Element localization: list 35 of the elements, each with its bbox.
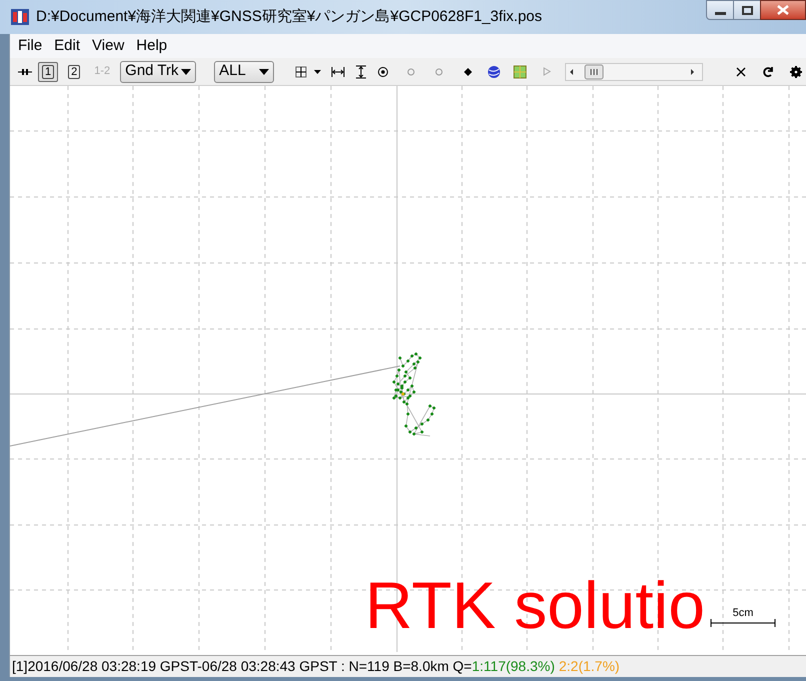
scrollbar-drawing[interactable] — [565, 62, 704, 80]
scale-bar — [710, 619, 776, 627]
map-icon[interactable] — [513, 64, 528, 78]
maximize-button[interactable] — [734, 0, 760, 20]
plot-button[interactable]: 1 — [38, 62, 58, 82]
app-icon — [10, 7, 30, 27]
crosshair-icon[interactable] — [294, 64, 308, 78]
menu-item[interactable]: Help — [132, 34, 172, 58]
window-title: D:¥Document¥海洋大関連¥GNSS研究室¥パンガン島¥GCP0628F1_3fix.pos — [36, 6, 542, 27]
status-text: [1]2016/06/28 03:28:19 GPST-06/28 03:28:43 GPST : N=119 B=8.0km Q= — [12, 657, 472, 676]
refresh-icon[interactable] — [762, 66, 774, 78]
fit-vertical-icon[interactable] — [355, 64, 368, 78]
menu-item[interactable]: View — [88, 34, 128, 58]
plot-button[interactable]: 2 — [64, 62, 84, 82]
minimize-button[interactable] — [706, 0, 734, 20]
status-text: 2:2(1.7%) — [558, 657, 620, 676]
annotation-text: RTK solutio — [365, 572, 705, 638]
globe-icon[interactable] — [487, 64, 502, 78]
caret-icon — [181, 68, 192, 74]
settings-icon[interactable] — [790, 66, 802, 78]
plot-type-dropdown[interactable]: Gnd Trk — [120, 60, 196, 82]
close-icon[interactable] — [736, 66, 746, 76]
target-icon[interactable] — [377, 66, 390, 78]
menu-item[interactable]: Edit — [50, 34, 84, 58]
caret-icon[interactable] — [314, 70, 322, 74]
quality-dropdown[interactable]: ALL — [214, 60, 274, 82]
close-button[interactable] — [760, 0, 806, 20]
fit-horizontal-icon[interactable] — [331, 66, 346, 78]
menu-item[interactable]: File — [14, 34, 46, 58]
scale-label: 5cm — [732, 608, 754, 619]
close-icon — [777, 5, 789, 15]
caret-icon — [259, 68, 270, 74]
diamond-icon[interactable] — [463, 66, 474, 76]
status-text: 1:117(98.3%) — [472, 657, 555, 676]
line-icon[interactable] — [18, 68, 32, 76]
